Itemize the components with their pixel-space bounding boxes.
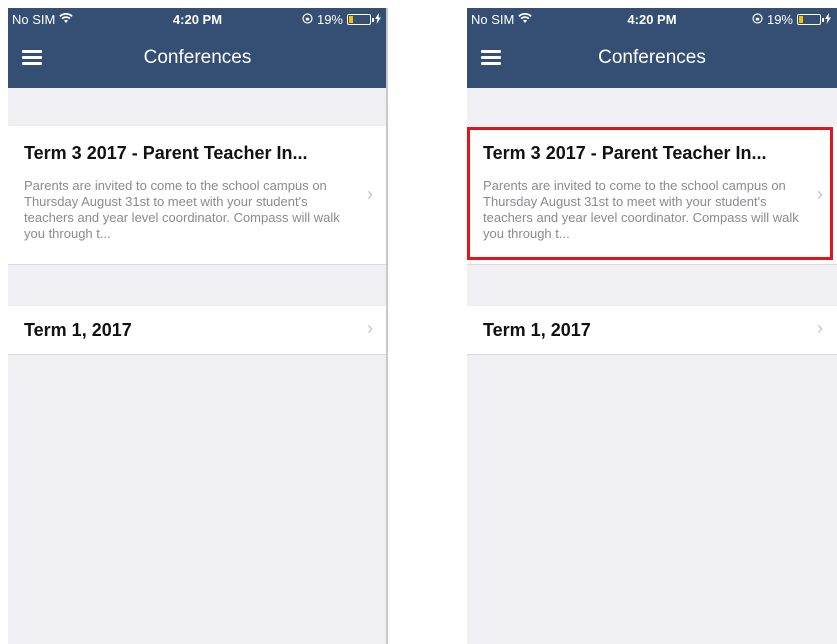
chevron-right-icon: › <box>817 318 823 338</box>
status-carrier-group: No SIM <box>12 12 74 27</box>
phone-screen-right: No SIM 4:20 PM 19% Conferences Term 3 20… <box>467 8 837 644</box>
battery-percent: 19% <box>316 12 343 27</box>
conference-list-item[interactable]: Term 1, 2017 › <box>467 306 837 355</box>
carrier-label: No SIM <box>471 12 515 27</box>
conference-list-item[interactable]: Term 3 2017 - Parent Teacher In... Paren… <box>8 126 387 265</box>
wifi-icon <box>518 12 533 27</box>
chevron-right-icon: › <box>367 184 373 204</box>
conference-list-item[interactable]: Term 1, 2017 › <box>8 306 387 355</box>
conference-list-item[interactable]: Term 3 2017 - Parent Teacher In... Paren… <box>467 126 837 265</box>
page-title: Conferences <box>143 47 252 68</box>
status-bar: No SIM 4:20 PM 19% <box>467 8 837 32</box>
status-right-group: 19% <box>752 12 831 27</box>
conference-description: Parents are invited to come to the schoo… <box>24 178 340 241</box>
conference-title: Term 3 2017 - Parent Teacher In... <box>24 143 308 163</box>
app-header: No SIM 4:20 PM 19% Conferences <box>467 8 837 88</box>
battery-icon <box>797 14 824 25</box>
conference-title: Term 1, 2017 <box>483 320 591 340</box>
conference-description: Parents are invited to come to the schoo… <box>483 178 799 241</box>
battery-icon <box>347 14 374 25</box>
carrier-label: No SIM <box>12 12 56 27</box>
charging-bolt-icon <box>825 12 831 27</box>
battery-fill <box>349 16 353 23</box>
battery-fill <box>799 16 803 23</box>
status-carrier-group: No SIM <box>471 12 533 27</box>
status-time: 4:20 PM <box>172 12 223 27</box>
rotation-lock-icon <box>302 12 313 27</box>
battery-percent: 19% <box>766 12 793 27</box>
page-title: Conferences <box>598 47 706 68</box>
rotation-lock-icon <box>752 12 763 27</box>
status-right-group: 19% <box>302 12 381 27</box>
nav-bar: Conferences <box>467 38 837 82</box>
conference-title: Term 3 2017 - Parent Teacher In... <box>483 143 767 163</box>
status-bar: No SIM 4:20 PM 19% <box>8 8 387 32</box>
chevron-right-icon: › <box>367 318 373 338</box>
app-header: No SIM 4:20 PM 19% Conferences <box>8 8 387 88</box>
wifi-icon <box>59 12 74 27</box>
status-time: 4:20 PM <box>627 12 677 27</box>
nav-bar: Conferences <box>8 38 387 82</box>
charging-bolt-icon <box>375 12 381 27</box>
chevron-right-icon: › <box>817 184 823 204</box>
battery-tip <box>372 18 374 22</box>
battery-tip <box>822 18 824 22</box>
phone-divider <box>386 8 388 644</box>
phone-screen-left: No SIM 4:20 PM 19% Conferences Term 3 20… <box>8 8 387 644</box>
conference-title: Term 1, 2017 <box>24 320 132 340</box>
